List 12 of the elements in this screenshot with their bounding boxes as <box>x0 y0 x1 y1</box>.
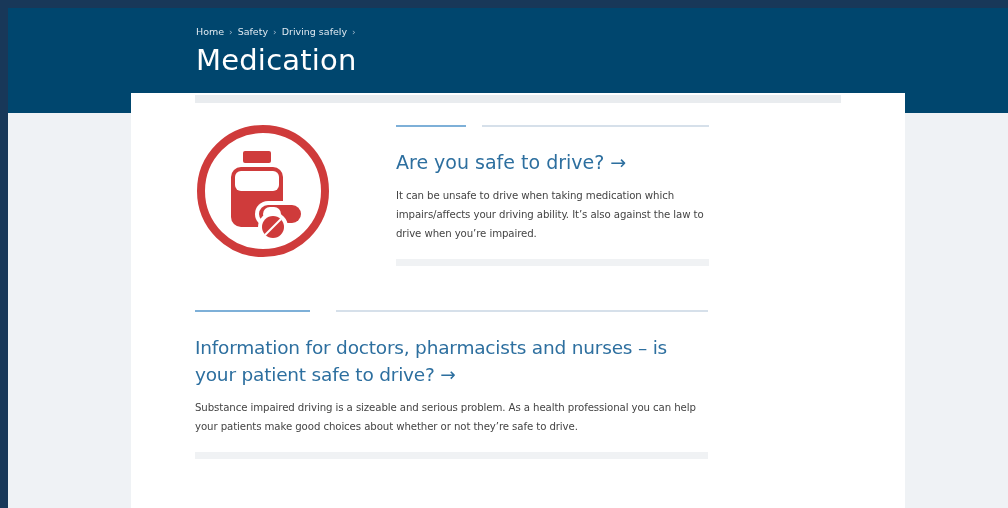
breadcrumb-link[interactable]: Safety <box>237 26 269 37</box>
article-summary: It can be unsafe to drive when taking medication which impairs/affects your driving ability. It’s also against the law to drive when you’re impaired. <box>396 189 705 241</box>
medication-icon <box>195 123 331 259</box>
page-title: Medication <box>196 43 358 77</box>
breadcrumb-link[interactable]: Home <box>196 26 225 37</box>
article-link[interactable]: Are you safe to drive? → <box>396 149 709 176</box>
breadcrumb-link[interactable]: Driving safely <box>281 26 348 37</box>
article-link[interactable]: Information for doctors, pharmacists and nurses – is your patient safe to drive? → <box>195 334 708 388</box>
breadcrumb-separator: › <box>229 26 233 37</box>
breadcrumb-separator: › <box>273 26 277 37</box>
breadcrumb-separator: › <box>352 26 356 37</box>
article-summary: Substance impaired driving is a sizeable and serious problem. As a health professional you can help your patients make good choices about whether or not they’re safe to drive. <box>195 401 697 434</box>
